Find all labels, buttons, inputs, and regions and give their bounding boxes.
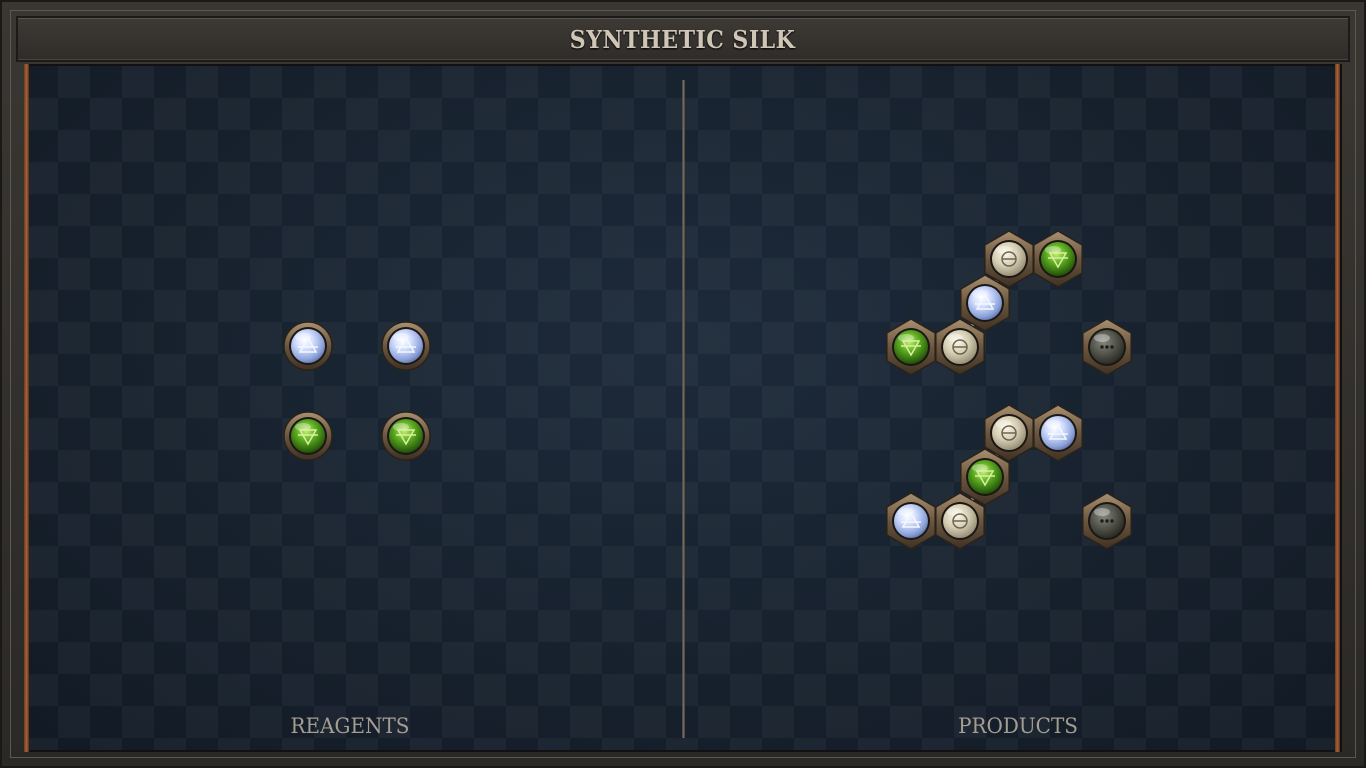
reagent-atom-air (381, 321, 431, 371)
products-label: PRODUCTS (958, 714, 1078, 738)
reagent-atom-water (283, 411, 333, 461)
product-atom-salt (935, 318, 985, 376)
reagent-atom-air (283, 321, 333, 371)
product-atom-generic (1082, 318, 1132, 376)
product-atom-air (1033, 404, 1083, 462)
product-atom-air (886, 492, 936, 550)
reagents-label: REAGENTS (290, 714, 410, 738)
product-atom-water (1033, 230, 1083, 288)
product-atom-salt (935, 492, 985, 550)
product-atom-water (886, 318, 936, 376)
reagent-atom-water (381, 411, 431, 461)
molecule-layer (283, 230, 1132, 550)
product-atom-generic (1082, 492, 1132, 550)
ellipsis-icon (1100, 345, 1114, 349)
ellipsis-icon (1100, 519, 1114, 523)
